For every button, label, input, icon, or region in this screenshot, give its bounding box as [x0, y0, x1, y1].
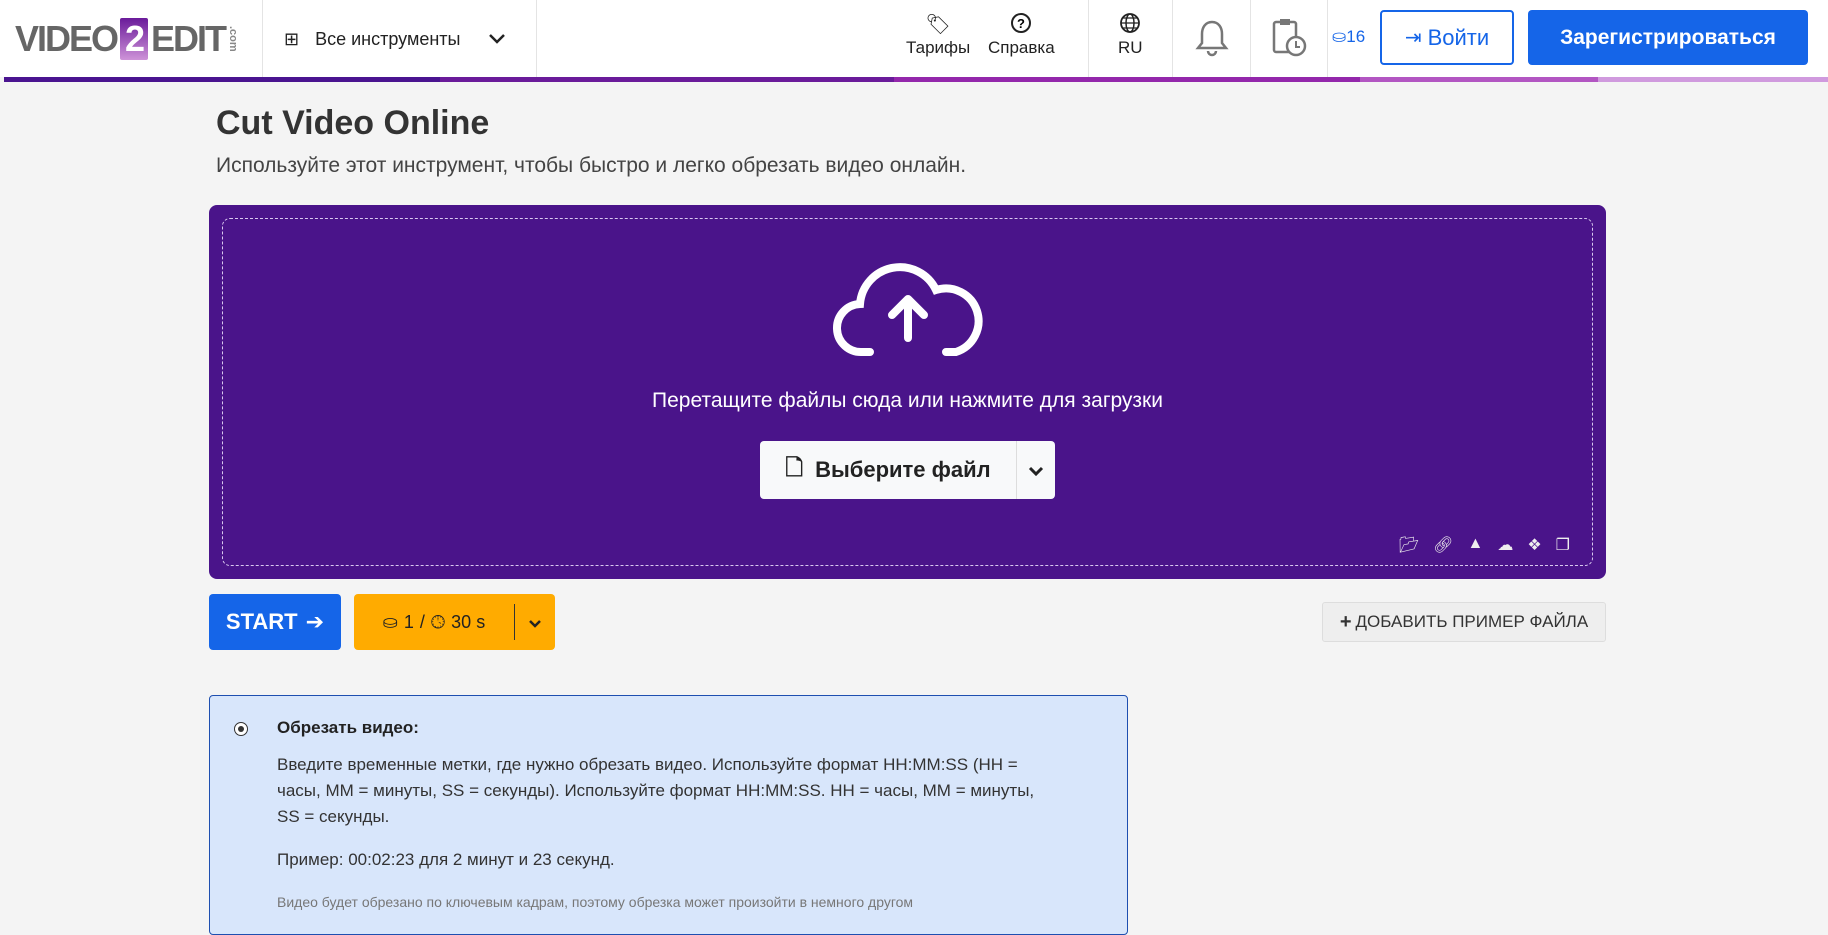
- google-drive-icon[interactable]: ▲: [1467, 535, 1483, 555]
- header-accent-bar: [894, 77, 1360, 82]
- link-icon[interactable]: 🔗︎: [1433, 535, 1453, 555]
- folder-icon[interactable]: 📂︎: [1399, 535, 1419, 555]
- help-link[interactable]: ? Справка: [988, 12, 1055, 58]
- history-clipboard-icon[interactable]: [1270, 16, 1308, 63]
- cost-dropdown[interactable]: [515, 612, 555, 633]
- add-sample-file-button[interactable]: + ДОБАВИТЬ ПРИМЕР ФАЙЛА: [1322, 602, 1606, 642]
- credits-counter: ⛀16: [1332, 27, 1365, 47]
- cut-video-radio[interactable]: [234, 722, 248, 736]
- dropbox-icon[interactable]: ❖: [1527, 535, 1541, 555]
- coin-icon: ⛀: [1332, 27, 1347, 46]
- divider: [536, 0, 537, 77]
- chevron-down-icon: [529, 619, 541, 628]
- logo-mark: 2: [120, 18, 149, 60]
- login-label: Войти: [1427, 24, 1490, 50]
- coin-icon: ⛀: [382, 611, 398, 632]
- header-accent-bar: [1360, 77, 1598, 82]
- svg-text:?: ?: [1017, 16, 1025, 31]
- cut-video-option: Обрезать видео: Введите временные метки,…: [209, 695, 1128, 935]
- divider: [1327, 0, 1328, 77]
- logo-domain: .com: [227, 26, 240, 52]
- cost-separator: /: [419, 611, 425, 632]
- credits-value: 16: [1346, 27, 1366, 46]
- start-button[interactable]: START ➔: [209, 594, 341, 650]
- top-navbar: VIDEO 2 EDIT .com ⊞ Все инструменты 🏷︎ Тари…: [0, 0, 1828, 77]
- language-selector[interactable]: RU: [1118, 12, 1143, 58]
- choose-file-label: Выберите файл: [815, 457, 991, 482]
- conversion-cost-button[interactable]: ⛀ 1/🕓︎ 30 s: [354, 594, 555, 650]
- grid-icon: ⊞: [284, 28, 300, 49]
- page-subtitle: Используйте этот инструмент, чтобы быстр…: [216, 154, 967, 177]
- divider: [1250, 0, 1251, 77]
- cost-credits: 1: [403, 611, 414, 632]
- sign-in-icon: ⇥: [1404, 27, 1422, 49]
- add-sample-label: ДОБАВИТЬ ПРИМЕР ФАЙЛА: [1355, 612, 1589, 631]
- clipboard-icon[interactable]: ❐: [1556, 535, 1570, 555]
- drop-instructions: Перетащите файлы сюда или нажмите для за…: [652, 389, 1163, 412]
- logo-text: EDIT: [151, 18, 227, 59]
- file-dropzone[interactable]: Перетащите файлы сюда или нажмите для за…: [209, 205, 1606, 579]
- chevron-down-icon: [1028, 466, 1044, 476]
- choose-file-button[interactable]: 🗋 Выберите файл: [760, 441, 1017, 499]
- all-tools-menu[interactable]: ⊞ Все инструменты: [284, 26, 506, 52]
- clock-icon: 🕓︎: [430, 611, 446, 632]
- divider: [1088, 0, 1089, 77]
- logo[interactable]: VIDEO 2 EDIT .com: [15, 18, 239, 60]
- tag-icon: 🏷︎: [925, 14, 951, 36]
- option-description: Введите временные метки, где нужно обрез…: [277, 755, 1035, 826]
- cloud-upload-icon: [833, 263, 983, 356]
- start-label: START: [225, 609, 298, 634]
- bell-icon[interactable]: [1195, 18, 1229, 63]
- pricing-label: Тарифы: [906, 38, 971, 57]
- all-tools-label: Все инструменты: [315, 28, 461, 49]
- arrow-right-icon: ➔: [305, 609, 325, 634]
- file-plus-icon: 🗋: [785, 455, 804, 480]
- plus-icon: +: [1339, 610, 1352, 633]
- divider: [262, 0, 263, 77]
- chevron-down-icon: [489, 34, 506, 44]
- option-note: Видео будет обрезано по ключевым кадрам,…: [277, 894, 914, 910]
- option-title: Обрезать видео:: [277, 718, 419, 737]
- help-label: Справка: [988, 38, 1055, 57]
- logo-text: VIDEO: [15, 18, 119, 59]
- register-button[interactable]: Зарегистрироваться: [1528, 10, 1808, 65]
- upload-sources: 📂︎ 🔗︎ ▲ ☁ ❖ ❐: [1399, 535, 1570, 555]
- question-icon: ?: [988, 12, 1055, 38]
- header-accent-bar: [1598, 77, 1828, 82]
- globe-icon: [1118, 12, 1143, 38]
- choose-file-group: 🗋 Выберите файл: [760, 441, 1055, 499]
- cost-time: 30 s: [451, 611, 486, 632]
- pricing-link[interactable]: 🏷︎ Тарифы: [906, 12, 970, 58]
- option-example: Пример: 00:02:23 для 2 минут и 23 секунд…: [277, 850, 615, 869]
- divider: [1172, 0, 1173, 77]
- upload-source-dropdown[interactable]: [1017, 460, 1055, 481]
- page-title: Cut Video Online: [216, 104, 490, 142]
- login-button[interactable]: ⇥ Войти: [1380, 10, 1514, 65]
- onedrive-icon[interactable]: ☁: [1497, 535, 1513, 555]
- language-label: RU: [1118, 38, 1143, 57]
- header-accent-bar: [440, 77, 894, 82]
- header-accent-bar: [4, 77, 440, 82]
